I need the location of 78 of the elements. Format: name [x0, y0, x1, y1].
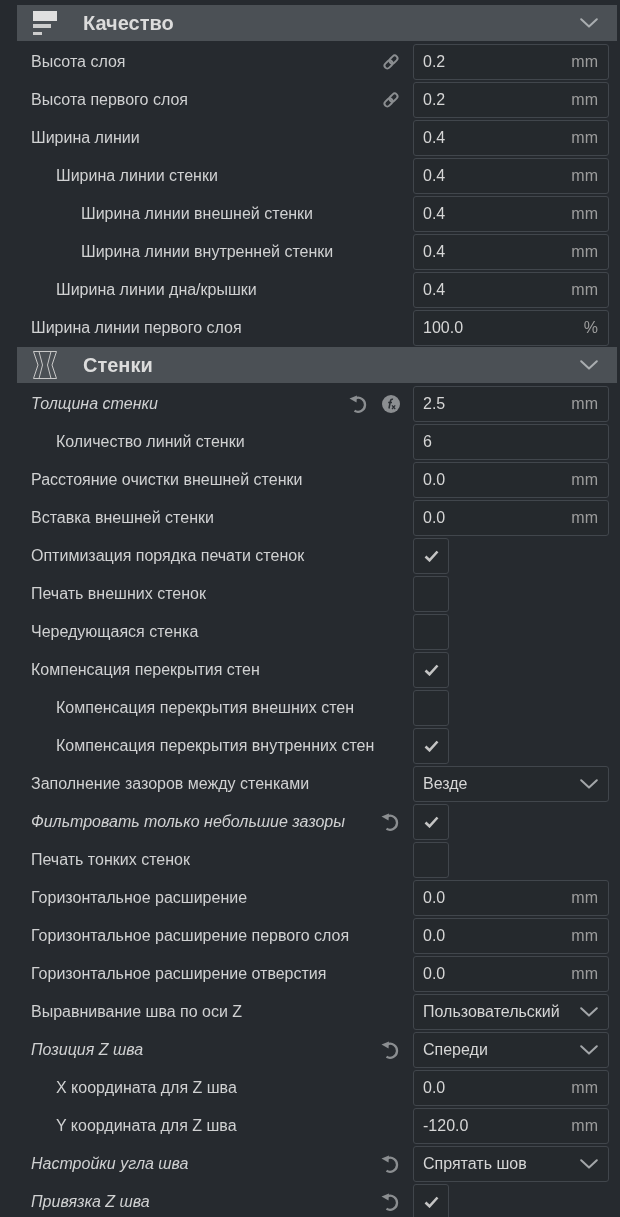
setting-label: Заполнение зазоров между стенками [31, 775, 311, 793]
reset-icon[interactable] [349, 395, 368, 413]
checkbox[interactable] [413, 538, 449, 574]
dropdown[interactable]: Пользовательский [413, 994, 609, 1030]
number-field[interactable]: 0.2 mm [413, 82, 609, 118]
setting-label: Чередующаяся стенка [31, 623, 200, 641]
section-header[interactable]: Качество [17, 5, 617, 41]
setting-label: Ширина линии дна/крышки [56, 281, 258, 299]
setting-label: Фильтровать только небольшие зазоры [31, 813, 346, 831]
setting-label: Ширина линии стенки [56, 167, 219, 185]
setting-label: Привязка Z шва [31, 1193, 151, 1211]
setting-label: Горизонтальное расширение первого слоя [31, 927, 351, 945]
setting-label: Горизонтальное расширение [31, 889, 249, 907]
chevron-icon [580, 1045, 598, 1055]
setting-label: Компенсация перекрытия внешних стен [56, 699, 356, 717]
chevron-icon [580, 1159, 598, 1169]
setting-label: Количество линий стенки [56, 433, 246, 451]
number-field[interactable]: 0.0 mm [413, 880, 609, 916]
checkbox[interactable] [413, 842, 449, 878]
number-field[interactable]: -120.0 mm [413, 1108, 609, 1144]
number-field[interactable]: 0.0 mm [413, 500, 609, 536]
walls-icon [33, 351, 57, 379]
number-field[interactable]: 0.0 mm [413, 462, 609, 498]
setting-label: Горизонтальное расширение отверстия [31, 965, 328, 983]
dropdown[interactable]: Спереди [413, 1032, 609, 1068]
checkbox[interactable] [413, 614, 449, 650]
number-field[interactable]: 100.0 % [413, 310, 609, 346]
checkbox[interactable] [413, 576, 449, 612]
setting-label: X координата для Z шва [56, 1079, 238, 1097]
number-field[interactable]: 0.4 mm [413, 234, 609, 270]
setting-label: Настройки угла шва [31, 1155, 190, 1173]
chevron-icon [580, 779, 598, 789]
setting-label: Печать внешних стенок [31, 585, 207, 603]
dropdown[interactable]: Везде [413, 766, 609, 802]
checkbox[interactable] [413, 652, 449, 688]
number-field[interactable]: 0.4 mm [413, 158, 609, 194]
setting-label: Компенсация перекрытия внутренних стен [56, 737, 376, 755]
checkbox[interactable] [413, 1184, 449, 1217]
number-field[interactable]: 0.4 mm [413, 120, 609, 156]
setting-label: Толщина стенки [31, 395, 159, 413]
checkbox[interactable] [413, 690, 449, 726]
section-header[interactable]: Стенки [17, 347, 617, 383]
setting-label: Y координата для Z шва [56, 1117, 238, 1135]
checkmark-icon [423, 740, 439, 752]
setting-label: Ширина линии [31, 129, 141, 147]
number-field[interactable]: 0.4 mm [413, 272, 609, 308]
setting-label: Расстояние очистки внешней стенки [31, 471, 304, 489]
checkmark-icon [423, 664, 439, 676]
setting-label: Вставка внешней стенки [31, 509, 215, 527]
setting-label: Высота первого слоя [31, 91, 189, 109]
setting-label: Ширина линии внутренней стенки [81, 243, 335, 261]
reset-icon[interactable] [381, 813, 400, 831]
setting-label: Высота слоя [31, 53, 127, 71]
setting-label: Компенсация перекрытия стен [31, 661, 261, 679]
checkmark-icon [423, 816, 439, 828]
number-field[interactable]: 0.0 mm [413, 956, 609, 992]
chevron-icon [580, 1007, 598, 1017]
setting-label: Ширина линии внешней стенки [81, 205, 315, 223]
checkmark-icon [423, 1196, 439, 1208]
number-field[interactable]: 0.2 mm [413, 44, 609, 80]
dropdown[interactable]: Спрятать шов [413, 1146, 609, 1182]
number-field[interactable]: 6 [413, 424, 609, 460]
setting-label: Ширина линии первого слоя [31, 319, 243, 337]
number-field[interactable]: 2.5 mm [413, 386, 609, 422]
checkmark-icon [423, 550, 439, 562]
checkbox[interactable] [413, 804, 449, 840]
reset-icon[interactable] [381, 1041, 400, 1059]
number-field[interactable]: 0.0 mm [413, 1070, 609, 1106]
reset-icon[interactable] [381, 1193, 400, 1211]
bars-icon [33, 11, 57, 35]
reset-icon[interactable] [381, 1155, 400, 1173]
setting-label: Оптимизация порядка печати стенок [31, 547, 306, 565]
setting-label: Печать тонких стенок [31, 851, 191, 869]
number-field[interactable]: 0.0 mm [413, 918, 609, 954]
number-field[interactable]: 0.4 mm [413, 196, 609, 232]
setting-label: Позиция Z шва [31, 1041, 145, 1059]
setting-label: Выравнивание шва по оси Z [31, 1003, 244, 1021]
checkbox[interactable] [413, 728, 449, 764]
